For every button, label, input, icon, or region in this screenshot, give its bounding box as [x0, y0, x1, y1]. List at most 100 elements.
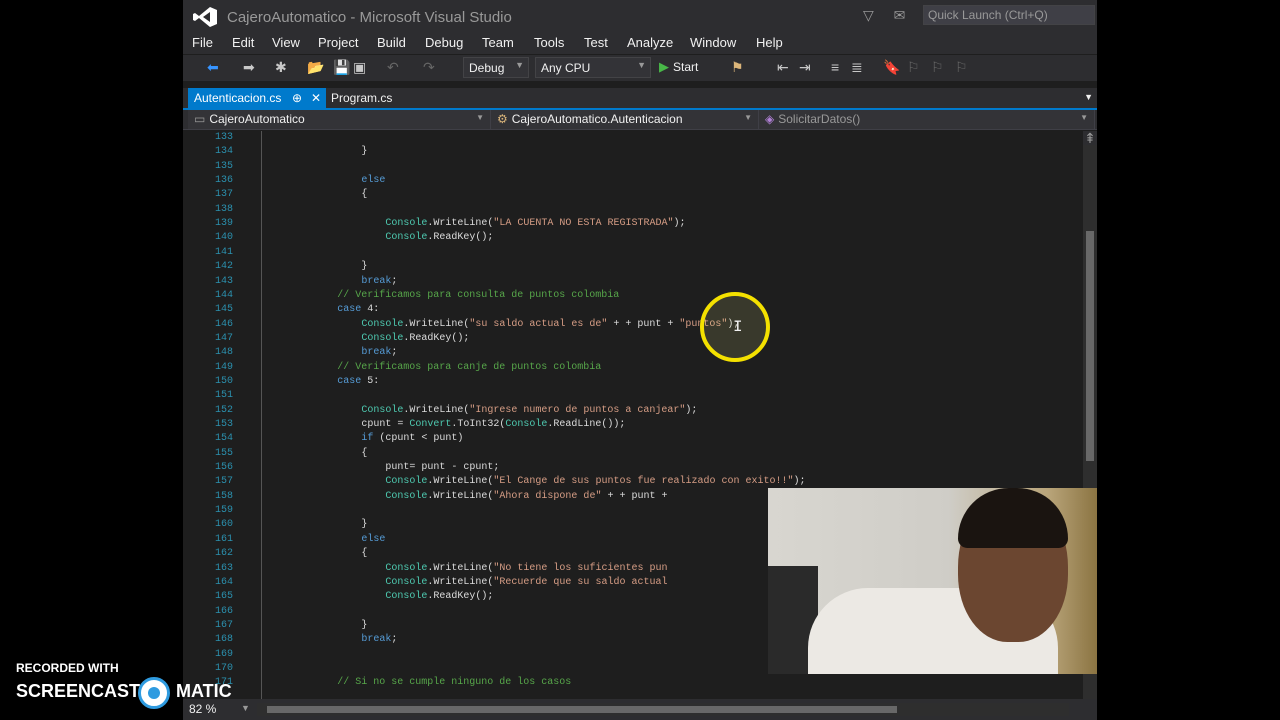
horizontal-scroll-thumb[interactable] [267, 706, 897, 713]
navigate-forward-icon[interactable]: ➡ [243, 59, 255, 76]
vertical-scroll-thumb[interactable] [1086, 231, 1094, 461]
code-line: Console.WriteLine("Ahora dispone de" + +… [385, 490, 668, 502]
screencast-logo-icon [138, 677, 170, 709]
code-line: Console.WriteLine("No tiene los suficien… [385, 562, 668, 574]
chevron-down-icon: ▼ [637, 60, 646, 70]
tab-overflow-chevron-icon[interactable]: ▼ [1084, 92, 1093, 102]
member-value: SolicitarDatos() [778, 112, 861, 126]
navigate-back-icon[interactable]: ⬅ [207, 59, 219, 76]
quick-launch-input[interactable]: Quick Launch (Ctrl+Q) [923, 5, 1095, 25]
open-file-icon[interactable]: 📂 [307, 59, 324, 76]
watermark-top-text: RECORDED WITH [16, 661, 119, 675]
menu-build[interactable]: Build [377, 35, 406, 50]
uncomment-lines-icon[interactable]: ≣ [851, 59, 863, 76]
code-line: { [361, 447, 368, 459]
menu-project[interactable]: Project [318, 35, 358, 50]
code-line: case 4: [337, 304, 380, 316]
menu-view[interactable]: View [272, 35, 300, 50]
code-line: Console.WriteLine("Recuerde que su saldo… [385, 576, 668, 588]
solution-configuration-dropdown[interactable]: Debug ▼ [463, 57, 529, 78]
chevron-down-icon: ▼ [744, 113, 752, 122]
chevron-down-icon[interactable]: ▼ [241, 703, 250, 713]
member-dropdown[interactable]: ◈ SolicitarDatos() ▼ [759, 110, 1095, 129]
visual-studio-logo-icon [193, 7, 217, 27]
method-icon: ◈ [765, 112, 775, 126]
previous-bookmark-icon[interactable]: ⚐ [907, 59, 920, 76]
feedback-icon[interactable]: ✉ [894, 7, 906, 23]
save-icon[interactable]: 💾 [333, 59, 350, 76]
horizontal-scrollbar[interactable] [257, 703, 1069, 716]
code-line: Console.ReadKey(); [361, 332, 470, 344]
project-dropdown[interactable]: ▭ CajeroAutomatico ▼ [188, 110, 491, 129]
step-into-icon[interactable]: ⇤ [777, 59, 789, 76]
webcam-overlay [768, 488, 1097, 674]
menu-edit[interactable]: Edit [232, 35, 254, 50]
watermark-left-text: SCREENCAST [16, 681, 141, 701]
menu-file[interactable]: File [192, 35, 213, 50]
chevron-down-icon: ▼ [476, 113, 484, 122]
code-line: cpunt = Convert.ToInt32(Console.ReadLine… [361, 419, 626, 430]
menu-tools[interactable]: Tools [534, 35, 564, 50]
code-line: punt= punt - cpunt; [385, 462, 500, 474]
platform-value: Any CPU [541, 61, 591, 75]
code-line: { [361, 189, 368, 201]
next-bookmark-icon[interactable]: ⚐ [931, 59, 944, 76]
menu-debug[interactable]: Debug [425, 35, 463, 50]
configuration-value: Debug [469, 61, 505, 75]
redo-icon[interactable]: ↷ [423, 59, 435, 76]
code-line: Console.WriteLine("LA CUENTA NO ESTA REG… [385, 218, 686, 230]
start-debugging-button[interactable]: ▶ Start [659, 59, 698, 75]
solution-platform-dropdown[interactable]: Any CPU ▼ [535, 57, 651, 78]
code-line: } [361, 619, 368, 631]
pin-icon[interactable]: ⊕ [292, 91, 302, 105]
class-icon: ⚙ [497, 112, 508, 126]
i-beam-cursor-icon: I [733, 318, 743, 336]
code-line: Console.WriteLine("su saldo actual es de… [361, 318, 740, 330]
code-line: Console.ReadKey(); [385, 591, 494, 603]
browser-link-icon[interactable]: ⚑ [731, 59, 744, 76]
menu-window[interactable]: Window [690, 35, 736, 50]
tab-program-cs[interactable]: Program.cs [325, 88, 405, 108]
chevron-down-icon: ▼ [1080, 113, 1088, 122]
title-bar: CajeroAutomatico - Microsoft Visual Stud… [183, 0, 1097, 32]
class-dropdown[interactable]: ⚙ CajeroAutomatico.Autenticacion ▼ [491, 110, 759, 129]
code-line: break; [361, 275, 398, 287]
document-tab-bar: Autenticacion.cs ⊕ ✕ Program.cs ▼ [183, 88, 1097, 110]
save-all-icon[interactable]: ▣ [353, 59, 366, 76]
code-line: Console.ReadKey(); [385, 232, 494, 244]
clear-bookmarks-icon[interactable]: ⚐ [955, 59, 968, 76]
comment-lines-icon[interactable]: ≡ [831, 59, 839, 75]
code-line: break; [361, 634, 398, 646]
start-label: Start [673, 60, 699, 74]
split-window-icon[interactable]: ⇞ [1083, 131, 1097, 145]
undo-icon[interactable]: ↶ [387, 59, 399, 76]
step-over-icon[interactable]: ⇥ [799, 59, 811, 76]
code-line: } [361, 519, 368, 531]
menu-team[interactable]: Team [482, 35, 514, 50]
project-icon: ▭ [194, 112, 206, 126]
tab-label: Autenticacion.cs [194, 91, 282, 105]
menu-analyze[interactable]: Analyze [627, 35, 673, 50]
menu-test[interactable]: Test [584, 35, 608, 50]
editor-status-bar: 82 % ▼ [183, 699, 1097, 720]
tab-autenticacion-cs[interactable]: Autenticacion.cs ⊕ ✕ [188, 88, 326, 108]
code-line: } [361, 146, 368, 158]
code-line: else [361, 175, 386, 187]
code-line: } [361, 261, 368, 273]
code-line: // Verificamos para canje de puntos colo… [337, 361, 602, 373]
menu-help[interactable]: Help [756, 35, 783, 50]
filter-icon[interactable]: ▽ [863, 7, 874, 23]
code-line: Console.WriteLine("Ingrese numero de pun… [361, 404, 698, 416]
project-value: CajeroAutomatico [209, 112, 305, 126]
window-title: CajeroAutomatico - Microsoft Visual Stud… [227, 9, 512, 26]
standard-toolbar: ⬅ ➡ ✱ 📂 💾 ▣ ↶ ↷ Debug ▼ Any CPU ▼ ▶ Start… [183, 55, 1097, 81]
menu-bar: File Edit View Project Build Debug Team … [183, 32, 1097, 54]
tab-label: Program.cs [331, 91, 393, 105]
code-line: break; [361, 347, 398, 359]
new-project-icon[interactable]: ✱ [275, 59, 287, 76]
code-line: if (cpunt < punt) [361, 433, 464, 445]
bookmark-icon[interactable]: 🔖 [883, 59, 900, 76]
code-line: case 5: [337, 375, 380, 387]
close-icon[interactable]: ✕ [311, 91, 321, 105]
chevron-down-icon: ▼ [515, 60, 524, 70]
